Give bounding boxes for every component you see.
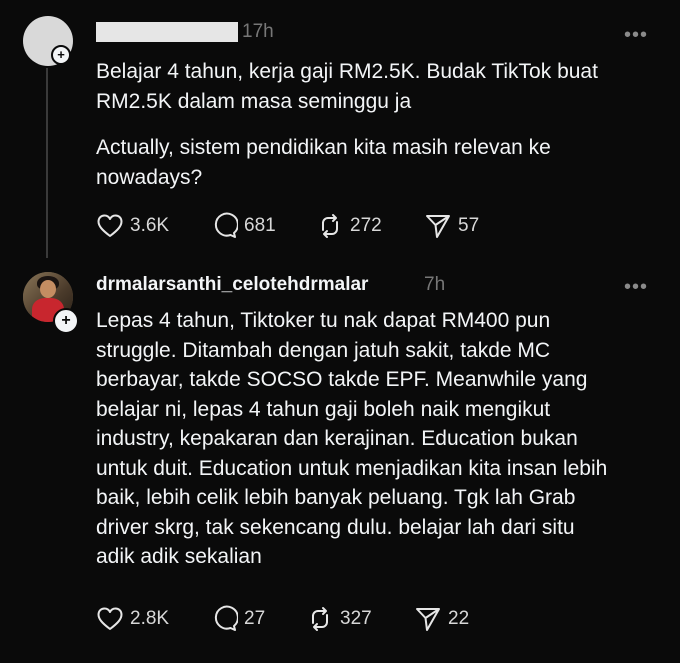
reply-button[interactable]: 681 (210, 212, 280, 240)
repost-icon (312, 607, 328, 631)
post-text: Belajar 4 tahun, kerja gaji RM2.5K. Buda… (96, 60, 598, 113)
comment-icon (214, 212, 238, 238)
timestamp: 7h (424, 274, 446, 295)
like-button[interactable]: 3.6K (96, 212, 176, 240)
send-icon (426, 215, 450, 238)
share-count: 22 (448, 608, 470, 629)
action-bar: 2.8K 27 327 22 (96, 605, 516, 633)
share-button[interactable]: 22 (414, 605, 474, 633)
like-count: 3.6K (130, 215, 170, 236)
like-count: 2.8K (130, 608, 170, 629)
repost-count: 272 (350, 215, 382, 236)
reply-count: 681 (244, 215, 276, 236)
follow-plus-icon[interactable]: + (53, 308, 79, 334)
post-text: Lepas 4 tahun, Tiktoker tu nak dapat RM4… (96, 309, 608, 568)
heart-icon (97, 214, 123, 237)
avatar-face (40, 280, 56, 298)
like-button[interactable]: 2.8K (96, 605, 176, 633)
thread-line (46, 68, 48, 258)
username[interactable]: drmalarsanthi_celotehdrmalar (96, 274, 368, 296)
post-text-secondary: Actually, sistem pendidikan kita masih r… (96, 136, 551, 189)
share-button[interactable]: 57 (424, 212, 484, 240)
follow-plus-icon[interactable]: + (51, 45, 71, 65)
repost-button[interactable]: 327 (306, 605, 376, 633)
share-count: 57 (458, 215, 480, 236)
repost-icon (322, 214, 338, 238)
action-bar: 3.6K 681 272 57 (96, 212, 516, 240)
post-reply: + drmalarsanthi_celotehdrmalar 7h ••• Le… (0, 262, 680, 663)
more-icon[interactable]: ••• (624, 277, 648, 297)
comment-icon (214, 605, 238, 631)
post-original: + 17h ••• Belajar 4 tahun, kerja gaji RM… (0, 0, 680, 262)
repost-count: 327 (340, 608, 372, 629)
timestamp: 17h (242, 21, 274, 42)
send-icon (416, 608, 440, 631)
reply-button[interactable]: 27 (210, 605, 270, 633)
repost-button[interactable]: 272 (316, 212, 386, 240)
reply-count: 27 (244, 608, 266, 629)
redacted-username (96, 22, 238, 42)
more-icon[interactable]: ••• (624, 25, 648, 45)
heart-icon (97, 607, 123, 630)
